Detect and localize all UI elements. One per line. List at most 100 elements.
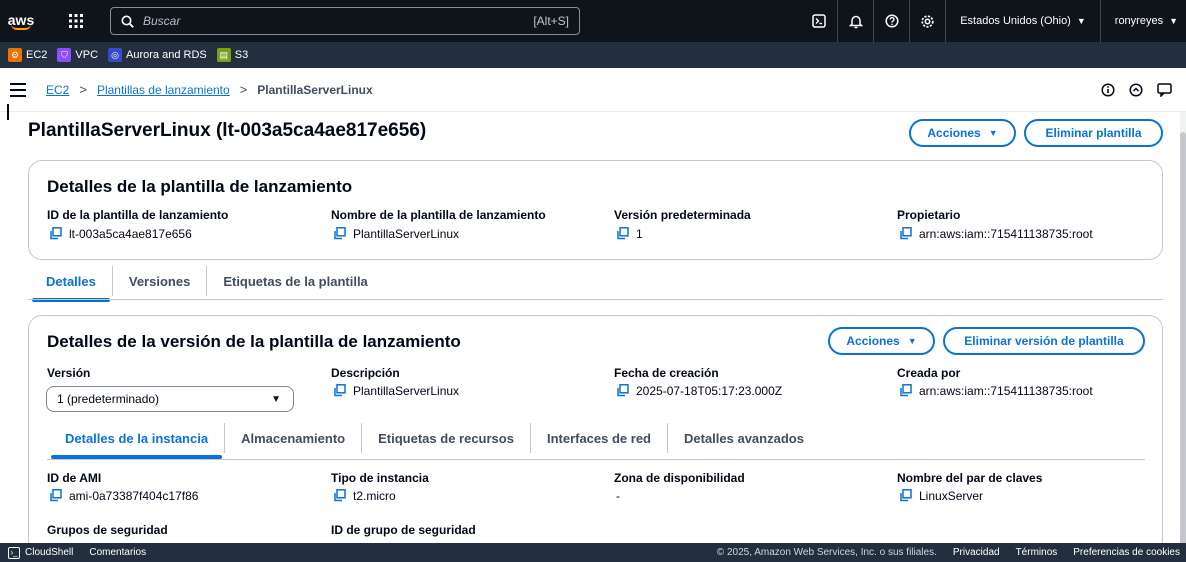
security-groups-label: Grupos de seguridad [47,523,168,537]
cloudshell-icon[interactable] [801,0,837,42]
version-actions-dropdown-button[interactable]: Acciones ▼ [828,327,935,355]
breadcrumb-ec2[interactable]: EC2 [46,83,69,97]
copy-icon[interactable] [49,489,63,503]
copy-icon[interactable] [333,227,347,241]
settings-gear-icon[interactable] [909,0,945,42]
tab-details[interactable]: Detalles [30,266,112,302]
copy-icon[interactable] [899,489,913,503]
help-icon[interactable] [873,0,909,42]
scrollbar-thumb[interactable] [1180,132,1186,552]
caret-down-icon: ▼ [271,394,281,405]
breadcrumb-current: PlantillaServerLinux [257,82,373,97]
copy-icon[interactable] [333,489,347,503]
favorite-label: VPC [75,49,99,61]
value-text: arn:aws:iam::715411138735:root [919,227,1093,241]
search-box[interactable]: [Alt+S] [110,7,580,35]
key-pair-value: LinuxServer [899,489,983,503]
status-circle-icon[interactable] [1122,80,1150,100]
version-select[interactable]: 1 (predeterminado) ▼ [46,386,294,412]
tab-template-tags[interactable]: Etiquetas de la plantilla [206,266,383,296]
copy-icon[interactable] [899,227,913,241]
caret-down-icon: ▼ [1169,16,1178,26]
info-icon[interactable] [1094,80,1122,100]
services-grid-icon[interactable] [62,7,90,35]
s3-service-icon: ▤ [216,48,231,62]
favorite-vpc[interactable]: ⛉ VPC [57,48,98,62]
utility-icons [1094,80,1178,100]
delete-version-label: Eliminar versión de plantilla [964,334,1124,348]
copyright-text: © 2025, Amazon Web Services, Inc. o sus … [716,547,937,558]
cookie-preferences-link[interactable]: Preferencias de cookies [1073,547,1180,558]
subtab-storage[interactable]: Almacenamiento [224,423,361,453]
page-scrollbar[interactable] [1180,112,1186,552]
value-text: LinuxServer [919,489,984,503]
cloudshell-icon: ›_ [8,546,20,559]
feedback-link[interactable]: Comentarios [89,547,146,558]
version-select-value: 1 (predeterminado) [57,392,160,406]
delete-template-label: Eliminar plantilla [1045,126,1142,140]
caret-down-icon: ▼ [1076,16,1086,26]
value-text: t2.micro [353,489,396,503]
delete-version-button[interactable]: Eliminar versión de plantilla [943,327,1145,355]
value-text: PlantillaServerLinux [353,227,460,241]
ec2-service-icon: ⚙ [8,48,22,62]
menu-hamburger-icon[interactable] [10,82,26,97]
caret-down-icon: ▼ [988,128,998,138]
favorite-aurora-rds[interactable]: ◎ Aurora and RDS [108,48,207,62]
copy-icon[interactable] [616,384,630,398]
ami-id-label: ID de AMI [47,471,102,485]
actions-dropdown-button[interactable]: Acciones ▼ [909,119,1016,147]
user-label: ronyreyes [1114,15,1164,27]
favorite-ec2[interactable]: ⚙ EC2 [8,48,47,62]
template-details-card: Detalles de la plantilla de lanzamiento … [28,160,1163,260]
subtab-instance-details[interactable]: Detalles de la instancia [49,423,224,459]
breadcrumb-launch-templates[interactable]: Plantillas de lanzamiento [97,83,230,97]
template-name-value: PlantillaServerLinux [333,227,459,241]
aws-smile-icon [11,24,31,30]
privacy-link[interactable]: Privacidad [953,547,1000,558]
footer: ›_ CloudShell Comentarios © 2025, Amazon… [0,543,1186,562]
region-label: Estados Unidos (Ohio) [960,15,1071,27]
subtab-advanced-details[interactable]: Detalles avanzados [667,423,820,453]
creation-date-label: Fecha de creación [614,366,719,380]
subtab-network-interfaces[interactable]: Interfaces de red [529,423,667,453]
delete-template-button[interactable]: Eliminar plantilla [1024,119,1163,147]
search-shortcut: [Alt+S] [533,14,569,28]
region-selector[interactable]: Estados Unidos (Ohio) ▼ [945,0,1100,42]
panel-edge-indicator [7,104,9,120]
card-title: Detalles de la plantilla de lanzamiento [47,177,353,196]
created-by-label: Creada por [897,366,961,380]
copy-icon[interactable] [616,227,630,241]
chevron-right-icon: > [79,82,87,97]
owner-label: Propietario [897,208,961,222]
availability-zone-label: Zona de disponibilidad [614,471,745,485]
copy-icon[interactable] [333,384,347,398]
breadcrumb: EC2 > Plantillas de lanzamiento > Planti… [46,82,373,97]
value-text: lt-003a5ca4ae817e656 [69,227,192,241]
favorites-bar: ⚙ EC2 ⛉ VPC ◎ Aurora and RDS ▤ S3 [0,42,1186,68]
account-menu[interactable]: ronyreyes ▼ [1099,0,1186,42]
version-details-card: Detalles de la versión de la plantilla d… [28,315,1163,555]
vpc-service-icon: ⛉ [57,48,72,62]
instance-type-label: Tipo de instancia [331,471,429,485]
favorite-s3[interactable]: ▤ S3 [216,48,249,62]
subtab-resource-tags[interactable]: Etiquetas de recursos [361,423,530,453]
favorite-label: EC2 [26,49,48,61]
notifications-icon[interactable] [837,0,873,42]
cloudshell-label: CloudShell [25,547,74,558]
chevron-right-icon: > [239,82,248,97]
footer-right: © 2025, Amazon Web Services, Inc. o sus … [701,547,1180,558]
search-input[interactable] [143,14,523,28]
terms-link[interactable]: Términos [1016,547,1058,558]
feedback-icon[interactable] [1150,80,1178,100]
favorite-label: S3 [234,49,249,61]
copy-icon[interactable] [899,384,913,398]
copy-icon[interactable] [49,227,63,241]
cloudshell-button[interactable]: ›_ CloudShell [8,546,74,559]
description-label: Descripción [331,366,400,380]
value-text: PlantillaServerLinux [353,384,460,398]
key-pair-label: Nombre del par de claves [897,471,1043,485]
tab-versions[interactable]: Versiones [111,266,206,296]
search-icon [121,14,135,28]
aws-logo[interactable]: aws [0,0,42,42]
